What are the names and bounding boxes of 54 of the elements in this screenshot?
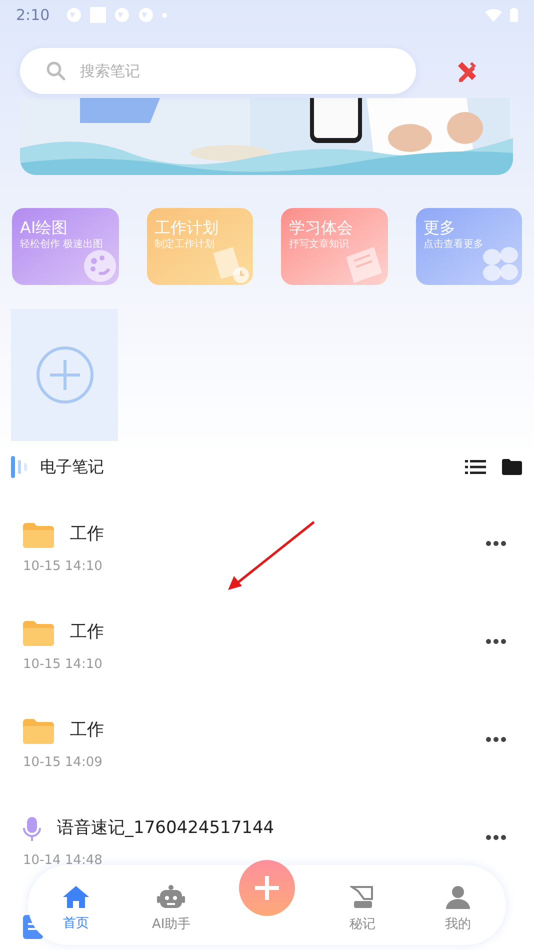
shortcut-title: 工作计划 bbox=[154, 218, 220, 238]
nav-tab[interactable]: 首页 bbox=[28, 886, 124, 934]
shortcut-subtitle: 抒写文章知识 bbox=[289, 238, 350, 252]
more-icon[interactable] bbox=[486, 835, 506, 840]
shortcut-title: 学习体会 bbox=[289, 218, 354, 238]
home-icon bbox=[62, 886, 89, 908]
note-title[interactable]: 工作 bbox=[70, 718, 104, 744]
microphone-icon bbox=[23, 817, 41, 841]
note-time: 10-15 14:09 bbox=[23, 754, 104, 772]
nav-tab[interactable]: AI助手 bbox=[124, 884, 220, 934]
shortcut-subtitle: 轻松创作 极速出图 bbox=[20, 238, 104, 252]
more-icon[interactable] bbox=[486, 541, 506, 546]
nav-tab[interactable]: 我的 bbox=[410, 884, 506, 934]
shortcut-card[interactable]: 学习体会 抒写文章知识 bbox=[281, 208, 388, 285]
app-notification-icon bbox=[114, 7, 130, 23]
note-time: 10-15 14:10 bbox=[23, 656, 104, 674]
shortcut-card[interactable]: AI绘图 轻松创作 极速出图 bbox=[12, 208, 118, 285]
search-icon bbox=[46, 61, 66, 81]
plus-circle-icon bbox=[36, 346, 94, 404]
more-icon[interactable] bbox=[486, 737, 506, 742]
search-field[interactable]: 搜索笔记 bbox=[20, 48, 416, 94]
folder-icon bbox=[23, 718, 54, 744]
app-notification-icon bbox=[66, 7, 82, 23]
battery-icon bbox=[510, 8, 518, 22]
palette-icon bbox=[82, 249, 116, 283]
app-notification-icon bbox=[138, 7, 154, 23]
square-notification-icon bbox=[90, 7, 106, 23]
note-title[interactable]: 工作 bbox=[70, 522, 104, 548]
dot-icon bbox=[162, 12, 167, 18]
shortcut-title: 更多 bbox=[424, 218, 456, 238]
nav-tab[interactable]: 秘记 bbox=[314, 884, 410, 934]
section-title: 电子笔记 bbox=[40, 456, 104, 478]
search-input: 搜索笔记 bbox=[80, 60, 360, 82]
more-icon[interactable] bbox=[486, 639, 506, 644]
folder-icon bbox=[23, 620, 54, 646]
plus-icon bbox=[254, 875, 280, 901]
note-title[interactable]: 工作 bbox=[70, 620, 104, 646]
lamp-icon bbox=[350, 884, 376, 909]
shortcut-subtitle: 制定工作计划 bbox=[154, 238, 216, 252]
folder-icon bbox=[23, 522, 54, 548]
section-marker-icon bbox=[11, 456, 28, 478]
robot-icon bbox=[157, 884, 186, 909]
note-time: 10-15 14:10 bbox=[23, 558, 104, 576]
status-time: 2:10 bbox=[16, 4, 50, 26]
shortcut-card[interactable]: 更多 点击查看更多 bbox=[416, 208, 522, 285]
note-title[interactable]: 语音速记_1760424517144 bbox=[57, 816, 274, 842]
note-time: 10-14 14:48 bbox=[23, 852, 104, 870]
person-icon bbox=[446, 884, 470, 909]
shortcut-title: AI绘图 bbox=[20, 218, 69, 238]
wifi-icon bbox=[485, 8, 502, 22]
pen-ruler-icon[interactable] bbox=[456, 60, 478, 82]
list-view-icon[interactable] bbox=[465, 460, 486, 474]
shortcut-subtitle: 点击查看更多 bbox=[424, 238, 484, 252]
folder-icon[interactable] bbox=[502, 459, 522, 475]
